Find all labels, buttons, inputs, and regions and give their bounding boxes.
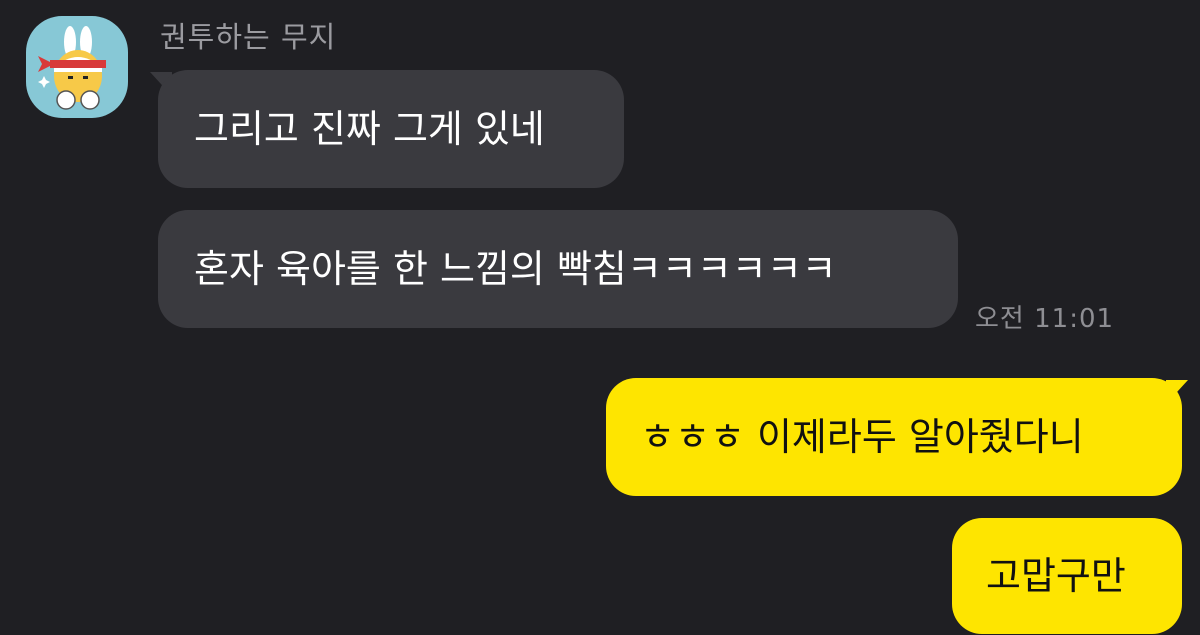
sent-message-bubble[interactable]: ㅎㅎㅎ 이제라두 알아줬다니: [606, 378, 1182, 496]
message-text: 혼자 육아를 한 느낌의 빡침ㅋㅋㅋㅋㅋㅋ: [194, 247, 837, 291]
message-text: 그리고 진짜 그게 있네: [194, 107, 545, 151]
muji-boxer-avatar-icon: [38, 26, 106, 110]
message-text: ㅎㅎㅎ 이제라두 알아줬다니: [640, 415, 1084, 459]
received-message-bubble[interactable]: 그리고 진짜 그게 있네: [158, 70, 624, 188]
message-timestamp: 오전 11:01: [975, 304, 1115, 334]
received-message-bubble[interactable]: 혼자 육아를 한 느낌의 빡침ㅋㅋㅋㅋㅋㅋ: [158, 210, 958, 328]
message-text: 고맙구만: [986, 554, 1126, 598]
sender-avatar[interactable]: [26, 16, 128, 118]
sender-name: 권투하는 무지: [160, 20, 337, 54]
sent-message-bubble[interactable]: 고맙구만: [952, 518, 1182, 634]
